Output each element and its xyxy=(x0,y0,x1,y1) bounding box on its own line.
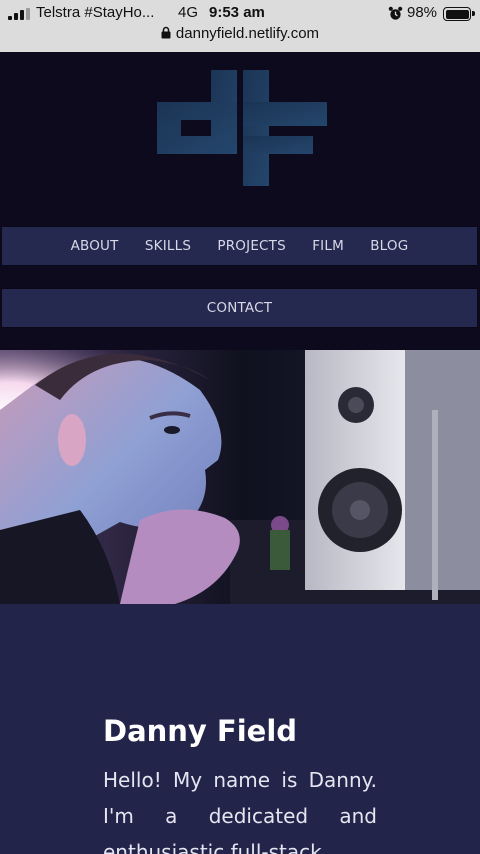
network-type: 4G xyxy=(178,4,199,21)
nav-film[interactable]: FILM xyxy=(312,227,344,265)
nav-blog[interactable]: BLOG xyxy=(370,227,408,265)
alarm-icon xyxy=(388,6,403,20)
url-text: dannyfield.netlify.com xyxy=(175,25,320,42)
site-logo[interactable]: dF xyxy=(155,70,327,188)
status-row: Telstra #StayHo... 4G 9:53 am 98% xyxy=(0,3,480,25)
about-bio-text: Hello! My name is Danny. I'm a dedicated… xyxy=(103,768,377,854)
status-time: 9:53 am xyxy=(209,4,265,21)
main-nav: ABOUT SKILLS PROJECTS FILM BLOG xyxy=(1,226,478,266)
address-bar[interactable]: dannyfield.netlify.com xyxy=(0,25,480,47)
nav-projects[interactable]: PROJECTS xyxy=(217,227,286,265)
signal-bars-icon xyxy=(8,8,30,20)
portrait-image xyxy=(0,350,480,604)
about-section: Danny Field Hello! My name is Danny. I'm… xyxy=(0,604,480,854)
hero-photo xyxy=(0,350,480,604)
nav-skills[interactable]: SKILLS xyxy=(145,227,191,265)
nav-about[interactable]: ABOUT xyxy=(71,227,119,265)
site-header: dF ABOUT SKILLS PROJECTS FILM BLOG CONTA… xyxy=(0,52,480,350)
battery-icon xyxy=(443,7,475,21)
device-status-bar: Telstra #StayHo... 4G 9:53 am 98% dannyf… xyxy=(0,0,480,52)
battery-percent: 98% xyxy=(407,4,438,21)
carrier-name: Telstra #StayHo... xyxy=(36,4,155,21)
lock-icon xyxy=(161,26,171,39)
nav-contact[interactable]: CONTACT xyxy=(207,300,272,316)
about-name-heading: Danny Field xyxy=(103,714,298,748)
contact-nav: CONTACT xyxy=(1,288,478,328)
